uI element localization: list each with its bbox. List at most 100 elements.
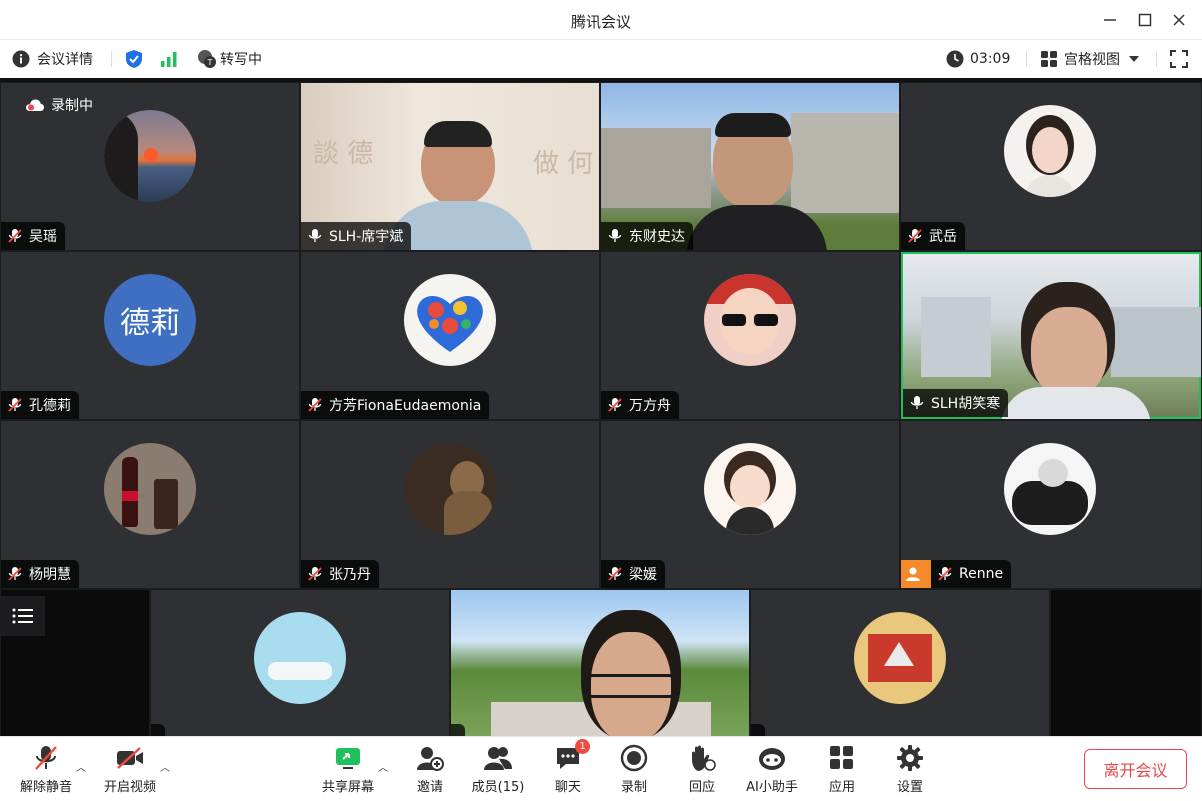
reactions-button[interactable]: 回应	[662, 743, 742, 797]
participant-name: 吴瑶	[29, 229, 57, 245]
view-mode-dropdown[interactable]: 宫格视图	[1040, 48, 1140, 70]
background-building	[601, 128, 711, 208]
unmute-button[interactable]: 解除静音	[6, 743, 86, 797]
minimize-icon	[1104, 19, 1116, 21]
name-tag: 杨明慧	[1, 560, 79, 588]
video-options-chevron[interactable]: ︿	[160, 759, 170, 774]
recording-cloud-icon	[26, 99, 44, 111]
participant-tile[interactable]: 方芳FionaEudaemonia	[301, 252, 599, 419]
clock-icon	[946, 50, 964, 68]
recording-label: 录制中	[51, 98, 93, 114]
name-tag: 吴瑶	[1, 222, 65, 250]
participant-tile[interactable]: Renne	[901, 421, 1201, 588]
name-tag: SLH-席宇斌	[301, 222, 412, 250]
participant-tile[interactable]: 德莉 孔德莉	[1, 252, 299, 419]
participant-tile-speaking[interactable]: SLH胡笑寒	[901, 252, 1201, 419]
name-tag: SLH胡笑寒	[903, 389, 1009, 417]
participant-tile[interactable]: 杨明慧	[1, 421, 299, 588]
settings-button[interactable]: 设置	[870, 743, 950, 797]
gear-icon	[897, 745, 923, 771]
name-tag: 张乃丹	[301, 560, 379, 588]
start-video-label: 开启视频	[103, 780, 156, 795]
mic-muted-icon	[908, 229, 922, 243]
meeting-details-button[interactable]: 会议详情	[12, 48, 93, 70]
avatar: 德莉	[104, 274, 196, 366]
meeting-details-label: 会议详情	[37, 52, 93, 68]
divider	[111, 51, 112, 67]
timer-value: 03:09	[970, 51, 1011, 67]
maximize-icon	[1138, 13, 1152, 27]
participant-tile[interactable]: 武岳	[901, 83, 1201, 250]
share-screen-button[interactable]: 共享屏幕	[308, 743, 388, 797]
grid-empty-cell	[1051, 590, 1201, 736]
mic-muted-icon	[608, 398, 622, 412]
apps-label: 应用	[828, 780, 855, 795]
recording-indicator: 录制中	[25, 95, 93, 115]
close-button[interactable]	[1166, 8, 1192, 32]
name-tag-partial	[751, 724, 765, 736]
title-bar: 腾讯会议	[0, 0, 1202, 40]
security-shield[interactable]	[125, 48, 143, 70]
record-label: 录制	[620, 780, 647, 795]
audio-options-chevron[interactable]: ︿	[76, 759, 86, 774]
participant-name: 方芳FionaEudaemonia	[329, 398, 482, 414]
person-hair	[424, 121, 492, 147]
mic-muted-icon	[308, 567, 322, 581]
participant-name: 杨明慧	[29, 567, 71, 583]
share-screen-label: 共享屏幕	[321, 780, 374, 795]
avatar	[404, 443, 496, 535]
grid-view-icon	[1041, 51, 1057, 67]
fullscreen-button[interactable]	[1170, 48, 1188, 70]
person-glasses	[583, 674, 679, 698]
mic-icon	[608, 229, 622, 242]
mic-muted-icon	[938, 567, 952, 581]
participant-tile[interactable]: 万方舟	[601, 252, 899, 419]
participant-name: 张乃丹	[329, 567, 371, 583]
maximize-button[interactable]	[1132, 8, 1158, 32]
mic-muted-icon	[8, 229, 22, 243]
list-icon	[12, 608, 33, 624]
chat-unread-badge: 1	[575, 739, 590, 754]
avatar	[104, 443, 196, 535]
participant-tile[interactable]: 談 德 做 何 SLH-席宇斌	[301, 83, 599, 250]
info-icon	[12, 50, 30, 68]
members-button[interactable]: 成员(15)	[458, 743, 538, 797]
person-hair	[715, 113, 791, 137]
participant-list-button[interactable]	[1, 596, 45, 636]
network-signal[interactable]	[160, 48, 178, 70]
user-icon	[906, 567, 920, 581]
invite-user-icon	[417, 747, 444, 771]
name-tag: 孔德莉	[1, 391, 79, 419]
participant-tile[interactable]	[451, 590, 749, 736]
share-options-chevron[interactable]: ︿	[378, 759, 388, 774]
person-shirt	[1001, 387, 1151, 419]
avatar	[104, 110, 196, 202]
participant-name: 东财史达	[629, 229, 685, 245]
avatar	[704, 443, 796, 535]
chat-label: 聊天	[554, 780, 581, 795]
participant-tile[interactable]: 东财史达	[601, 83, 899, 250]
participant-tile[interactable]: 录制中 吴瑶	[1, 83, 299, 250]
participant-tile[interactable]: 梁媛	[601, 421, 899, 588]
mic-muted-icon	[35, 746, 57, 770]
start-video-button[interactable]: 开启视频	[90, 743, 170, 797]
minimize-button[interactable]	[1097, 8, 1123, 32]
name-tag: 梁媛	[601, 560, 665, 588]
info-bar: 会议详情 T 转写中 03:09 宫格视图	[0, 40, 1202, 78]
view-mode-label: 宫格视图	[1064, 52, 1120, 68]
transcribe-icon: T	[198, 50, 216, 68]
avatar	[254, 612, 346, 704]
avatar	[404, 274, 496, 366]
participant-tile[interactable]: 张乃丹	[301, 421, 599, 588]
avatar	[854, 612, 946, 704]
leave-meeting-button[interactable]: 离开会议	[1084, 749, 1187, 789]
members-label: 成员(15)	[471, 780, 525, 795]
ai-assistant-button[interactable]: AI小助手	[732, 743, 812, 797]
avatar	[1004, 105, 1096, 197]
participant-tile[interactable]	[151, 590, 449, 736]
name-tag: 武岳	[901, 222, 965, 250]
transcription-status[interactable]: T 转写中	[197, 48, 262, 70]
close-icon	[1173, 14, 1185, 26]
participant-tile[interactable]	[751, 590, 1049, 736]
avatar	[704, 274, 796, 366]
